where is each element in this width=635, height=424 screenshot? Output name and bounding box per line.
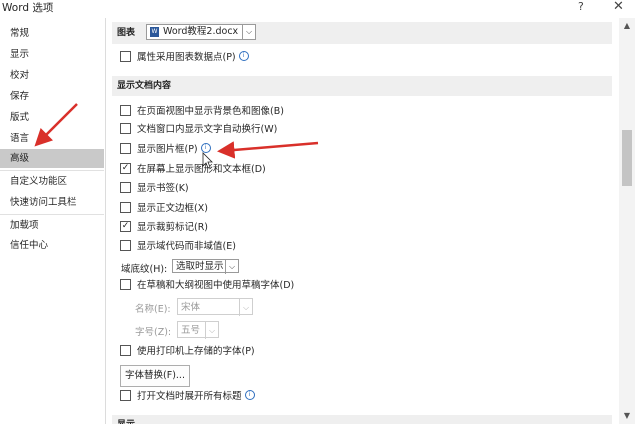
annotation-overlay (34, 103, 319, 169)
mouse-cursor-icon (202, 152, 213, 169)
annotation-arrow-picture-placeholders (217, 141, 319, 159)
annotation-arrow-advanced (34, 103, 78, 147)
